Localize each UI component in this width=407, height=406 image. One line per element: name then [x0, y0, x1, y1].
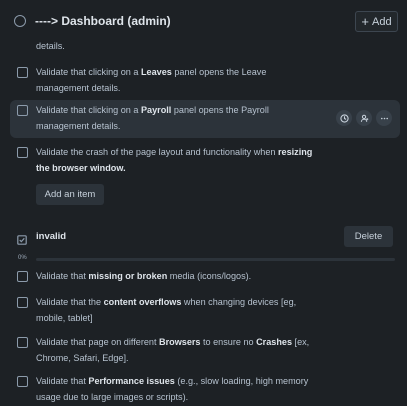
checkbox[interactable] — [17, 271, 28, 282]
checklist-item[interactable]: Validate that the content overflows when… — [10, 292, 400, 328]
checklist-item-text: Validate that clicking on a Payroll pane… — [36, 105, 269, 131]
add-button-label: Add — [372, 15, 392, 28]
checklist-item[interactable]: Validate that missing or broken media (i… — [10, 268, 400, 290]
checklist-item-text: Validate that the content overflows when… — [36, 297, 297, 323]
checkbox[interactable] — [17, 376, 28, 387]
checklist-item-text: Validate that missing or broken media (i… — [36, 271, 252, 281]
checkbox[interactable] — [17, 105, 28, 116]
checklist-icon — [17, 232, 27, 250]
checklist-item-text: details. — [36, 41, 65, 51]
checklist-item[interactable]: details. — [10, 38, 400, 54]
delete-checklist-button[interactable]: Delete — [344, 226, 393, 247]
checklist-item-text: Validate the crash of the page layout an… — [36, 147, 313, 173]
add-item-button[interactable]: Add an item — [36, 184, 104, 205]
checklist-item[interactable]: Validate that clicking on a Payroll pane… — [10, 100, 400, 138]
checkbox[interactable] — [17, 147, 28, 158]
checklist-item-text: Validate that clicking on a Leaves panel… — [36, 67, 267, 93]
checklist-title[interactable]: invalid — [36, 231, 66, 242]
checklist-item[interactable]: Validate that Performance issues (e.g., … — [10, 371, 400, 406]
checkbox[interactable] — [17, 297, 28, 308]
checkbox[interactable] — [17, 337, 28, 348]
progress-percent: 0% — [18, 255, 27, 261]
checklist-scroll-area[interactable]: details. Validate that clicking on a Lea… — [0, 38, 407, 406]
more-icon[interactable] — [376, 110, 392, 126]
add-button[interactable]: + Add — [355, 11, 398, 32]
card-title[interactable]: ----> Dashboard (admin) — [35, 14, 171, 28]
checklist-item[interactable]: Validate that clicking on a Leaves panel… — [10, 62, 400, 102]
checklist-item-text: Validate that Performance issues (e.g., … — [36, 376, 309, 402]
item-actions — [336, 110, 392, 126]
assign-member-icon[interactable] — [356, 110, 372, 126]
checklist-item[interactable]: Validate the crash of the page layout an… — [10, 142, 400, 182]
checklist-item-text: Validate that page on different Browsers… — [36, 337, 310, 363]
checklist-panel: ----> Dashboard (admin) + Add details. V… — [0, 0, 407, 406]
checklist-header: invalid Delete — [0, 226, 407, 250]
checklist-progress: 0% — [0, 254, 407, 264]
card-header: ----> Dashboard (admin) + Add — [0, 0, 407, 42]
clock-icon[interactable] — [336, 110, 352, 126]
plus-icon: + — [361, 14, 369, 29]
checklist-item[interactable]: Validate that page on different Browsers… — [10, 332, 400, 368]
checkbox[interactable] — [17, 67, 28, 78]
progress-bar — [36, 258, 395, 261]
circle-icon[interactable] — [14, 15, 26, 27]
